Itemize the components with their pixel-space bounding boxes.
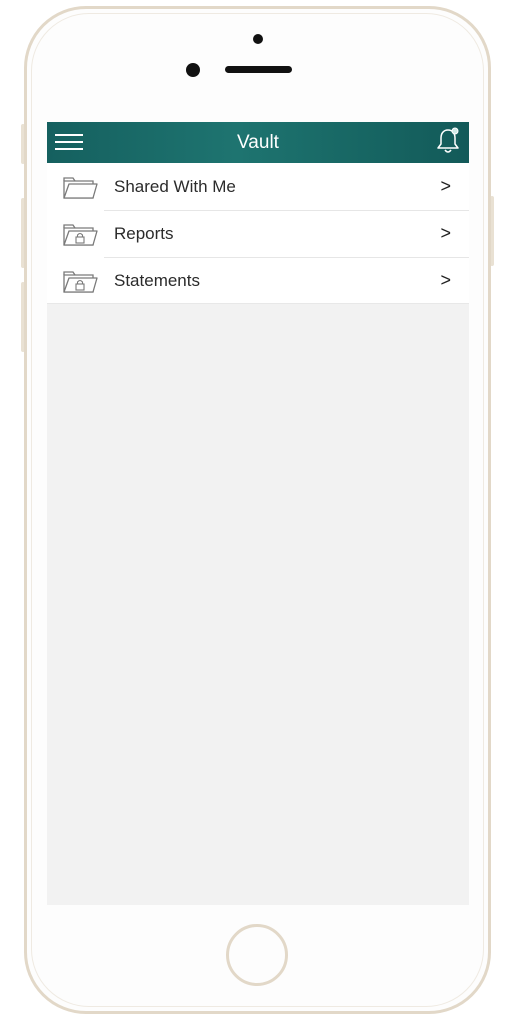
chevron-right-icon: >	[440, 176, 451, 196]
list-divider	[47, 303, 469, 304]
locked-folder-icon	[63, 224, 98, 246]
list-item-shared-with-me[interactable]: Shared With Me >	[47, 163, 469, 210]
front-camera	[186, 63, 200, 77]
list-item-label: Reports	[114, 224, 174, 243]
chevron-right-icon: >	[440, 270, 451, 290]
vault-list: Shared With Me > Reports > Statements >	[47, 163, 469, 304]
list-item-label: Statements	[114, 271, 200, 290]
list-item-label: Shared With Me	[114, 177, 236, 196]
folder-open-icon	[63, 177, 98, 199]
locked-folder-icon	[63, 271, 98, 293]
page-title: Vault	[237, 132, 279, 153]
navigation-bar: Vault	[47, 122, 469, 163]
list-item-reports[interactable]: Reports >	[47, 210, 469, 257]
proximity-sensor	[253, 34, 263, 44]
earpiece-speaker	[225, 66, 292, 73]
app-screen: Vault Shared With Me > Reports > Stateme…	[47, 122, 469, 905]
home-button[interactable]	[226, 924, 288, 986]
chevron-right-icon: >	[440, 223, 451, 243]
bell-icon[interactable]	[434, 125, 462, 157]
list-item-statements[interactable]: Statements >	[47, 257, 469, 304]
